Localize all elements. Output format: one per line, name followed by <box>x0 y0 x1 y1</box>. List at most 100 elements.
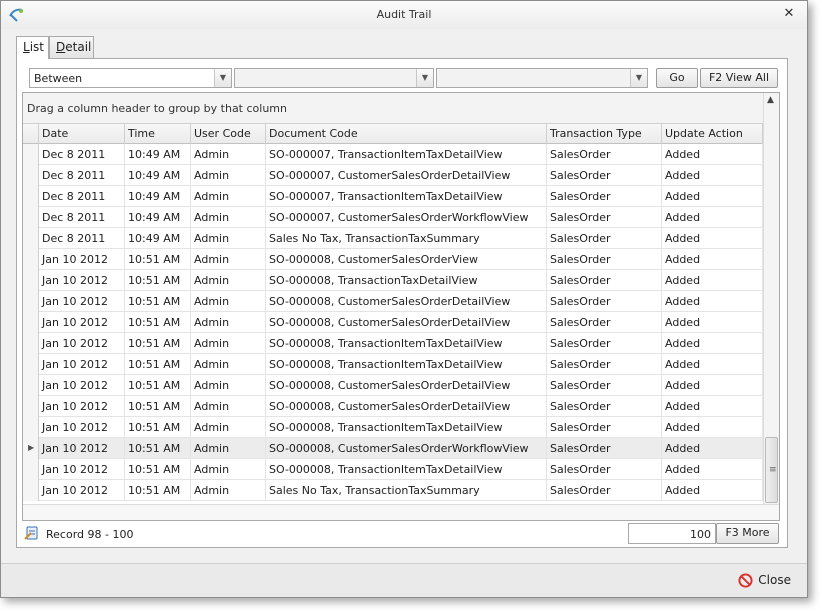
cell-time: 10:49 AM <box>125 207 191 228</box>
table-row[interactable]: Jan 10 2012 10:51 AM Admin SO-000008, Trans… <box>23 417 763 438</box>
table-row[interactable]: Jan 10 2012 10:51 AM Admin SO-000008, Custo… <box>23 249 763 270</box>
tab-list[interactable]: List <box>16 36 49 59</box>
horizontal-scrollbar[interactable] <box>23 504 779 520</box>
scroll-thumb[interactable]: ≡ <box>765 437 778 503</box>
column-header-update-action[interactable]: Update Action <box>662 124 763 144</box>
cell-user-code: Admin <box>191 459 266 480</box>
table-row[interactable]: Jan 10 2012 10:51 AM Admin SO-000008, Trans… <box>23 270 763 291</box>
cell-user-code: Admin <box>191 354 266 375</box>
row-indicator[interactable] <box>23 417 39 438</box>
chevron-down-icon[interactable]: ▼ <box>630 69 647 87</box>
cell-update-action: Added <box>662 459 763 480</box>
row-indicator[interactable] <box>23 165 39 186</box>
cell-date: Dec 8 2011 <box>39 207 125 228</box>
row-indicator[interactable] <box>23 291 39 312</box>
column-header-time[interactable]: Time <box>125 124 191 144</box>
cell-time: 10:49 AM <box>125 165 191 186</box>
cell-document-code: Sales No Tax, TransactionTaxSummary <box>266 228 547 249</box>
cell-user-code: Admin <box>191 165 266 186</box>
row-indicator[interactable] <box>23 186 39 207</box>
column-header-date[interactable]: Date <box>39 124 125 144</box>
vertical-scrollbar[interactable]: ▲ ≡ <box>763 93 779 504</box>
more-button[interactable]: F3 More <box>716 523 779 544</box>
cell-update-action: Added <box>662 396 763 417</box>
cell-date: Jan 10 2012 <box>39 270 125 291</box>
column-header-user-code[interactable]: User Code <box>191 124 266 144</box>
row-indicator[interactable] <box>23 480 39 501</box>
close-icon[interactable]: ✕ <box>781 6 797 22</box>
scroll-up-icon[interactable]: ▲ <box>767 95 774 105</box>
cell-user-code: Admin <box>191 291 266 312</box>
chevron-down-icon[interactable]: ▼ <box>416 69 433 87</box>
cell-document-code: SO-000008, TransactionItemTaxDetailView <box>266 417 547 438</box>
table-row[interactable]: Jan 10 2012 10:51 AM Admin SO-000008, Custo… <box>23 396 763 417</box>
list-panel: Between ▼ ▼ ▼ Go F2 View All Drag a colu… <box>16 58 788 548</box>
table-row[interactable]: Jan 10 2012 10:51 AM Admin SO-000008, Trans… <box>23 459 763 480</box>
tab-detail[interactable]: Detail <box>49 36 94 58</box>
row-indicator[interactable] <box>23 270 39 291</box>
group-by-panel[interactable]: Drag a column header to group by that co… <box>23 93 763 124</box>
filter-operator-select[interactable]: Between ▼ <box>29 68 232 88</box>
column-header-document-code[interactable]: Document Code <box>266 124 547 144</box>
record-count-icon <box>24 526 38 540</box>
cell-date: Jan 10 2012 <box>39 480 125 501</box>
cell-user-code: Admin <box>191 270 266 291</box>
table-row[interactable]: Dec 8 2011 10:49 AM Admin Sales No Tax, Tra… <box>23 228 763 249</box>
table-row[interactable]: Jan 10 2012 10:51 AM Admin SO-000008, Custo… <box>23 312 763 333</box>
cell-transaction-type: SalesOrder <box>547 354 662 375</box>
table-row[interactable]: Jan 10 2012 10:51 AM Admin SO-000008, Trans… <box>23 354 763 375</box>
row-indicator[interactable] <box>23 207 39 228</box>
table-row[interactable]: Jan 10 2012 10:51 AM Admin SO-000008, Trans… <box>23 333 763 354</box>
cell-time: 10:51 AM <box>125 459 191 480</box>
cell-date: Jan 10 2012 <box>39 354 125 375</box>
cell-transaction-type: SalesOrder <box>547 417 662 438</box>
row-indicator[interactable] <box>23 459 39 480</box>
filter-from-select[interactable]: ▼ <box>234 68 434 88</box>
row-indicator[interactable] <box>23 312 39 333</box>
group-hint-text: Drag a column header to group by that co… <box>27 102 287 115</box>
footer-bar: Close <box>1 563 807 597</box>
cell-time: 10:51 AM <box>125 249 191 270</box>
row-indicator[interactable] <box>23 354 39 375</box>
view-all-button[interactable]: F2 View All <box>700 68 778 88</box>
chevron-down-icon[interactable]: ▼ <box>214 69 231 87</box>
table-row[interactable]: Jan 10 2012 10:51 AM Admin SO-000008, Custo… <box>23 375 763 396</box>
cell-user-code: Admin <box>191 396 266 417</box>
row-indicator[interactable]: ▶ <box>23 438 39 459</box>
close-button-label: Close <box>758 573 791 587</box>
row-indicator[interactable] <box>23 228 39 249</box>
row-indicator[interactable] <box>23 375 39 396</box>
close-button[interactable]: Close <box>736 571 793 591</box>
row-indicator[interactable] <box>23 333 39 354</box>
record-range-text: Record 98 - 100 <box>46 528 134 541</box>
table-row[interactable]: Jan 10 2012 10:51 AM Admin SO-000008, Custo… <box>23 291 763 312</box>
column-header-transaction-type[interactable]: Transaction Type <box>547 124 662 144</box>
table-row[interactable]: Dec 8 2011 10:49 AM Admin SO-000007, Custom… <box>23 165 763 186</box>
cell-date: Dec 8 2011 <box>39 144 125 165</box>
row-indicator[interactable] <box>23 144 39 165</box>
table-row[interactable]: Dec 8 2011 10:49 AM Admin SO-000007, Transa… <box>23 144 763 165</box>
table-row[interactable]: ▶ Jan 10 2012 10:51 AM Admin SO-000008, Cust… <box>23 438 763 459</box>
table-row[interactable]: Dec 8 2011 10:49 AM Admin SO-000007, Transa… <box>23 186 763 207</box>
go-button[interactable]: Go <box>656 68 698 88</box>
cell-update-action: Added <box>662 354 763 375</box>
record-count-input[interactable]: 100 <box>628 523 716 544</box>
cell-update-action: Added <box>662 270 763 291</box>
cell-document-code: SO-000008, CustomerSalesOrderDetailView <box>266 375 547 396</box>
cell-user-code: Admin <box>191 144 266 165</box>
cell-user-code: Admin <box>191 417 266 438</box>
cell-transaction-type: SalesOrder <box>547 270 662 291</box>
table-row[interactable]: Jan 10 2012 10:51 AM Admin Sales No Tax, Tr… <box>23 480 763 501</box>
cell-transaction-type: SalesOrder <box>547 186 662 207</box>
window-title: Audit Trail <box>376 8 432 21</box>
filter-to-select[interactable]: ▼ <box>436 68 648 88</box>
filter-operator-value: Between <box>34 72 83 85</box>
table-row[interactable]: Dec 8 2011 10:49 AM Admin SO-000007, Custom… <box>23 207 763 228</box>
cell-date: Jan 10 2012 <box>39 249 125 270</box>
cell-transaction-type: SalesOrder <box>547 396 662 417</box>
row-indicator[interactable] <box>23 396 39 417</box>
cell-time: 10:51 AM <box>125 417 191 438</box>
row-indicator[interactable] <box>23 249 39 270</box>
cell-time: 10:49 AM <box>125 186 191 207</box>
cell-time: 10:51 AM <box>125 438 191 459</box>
